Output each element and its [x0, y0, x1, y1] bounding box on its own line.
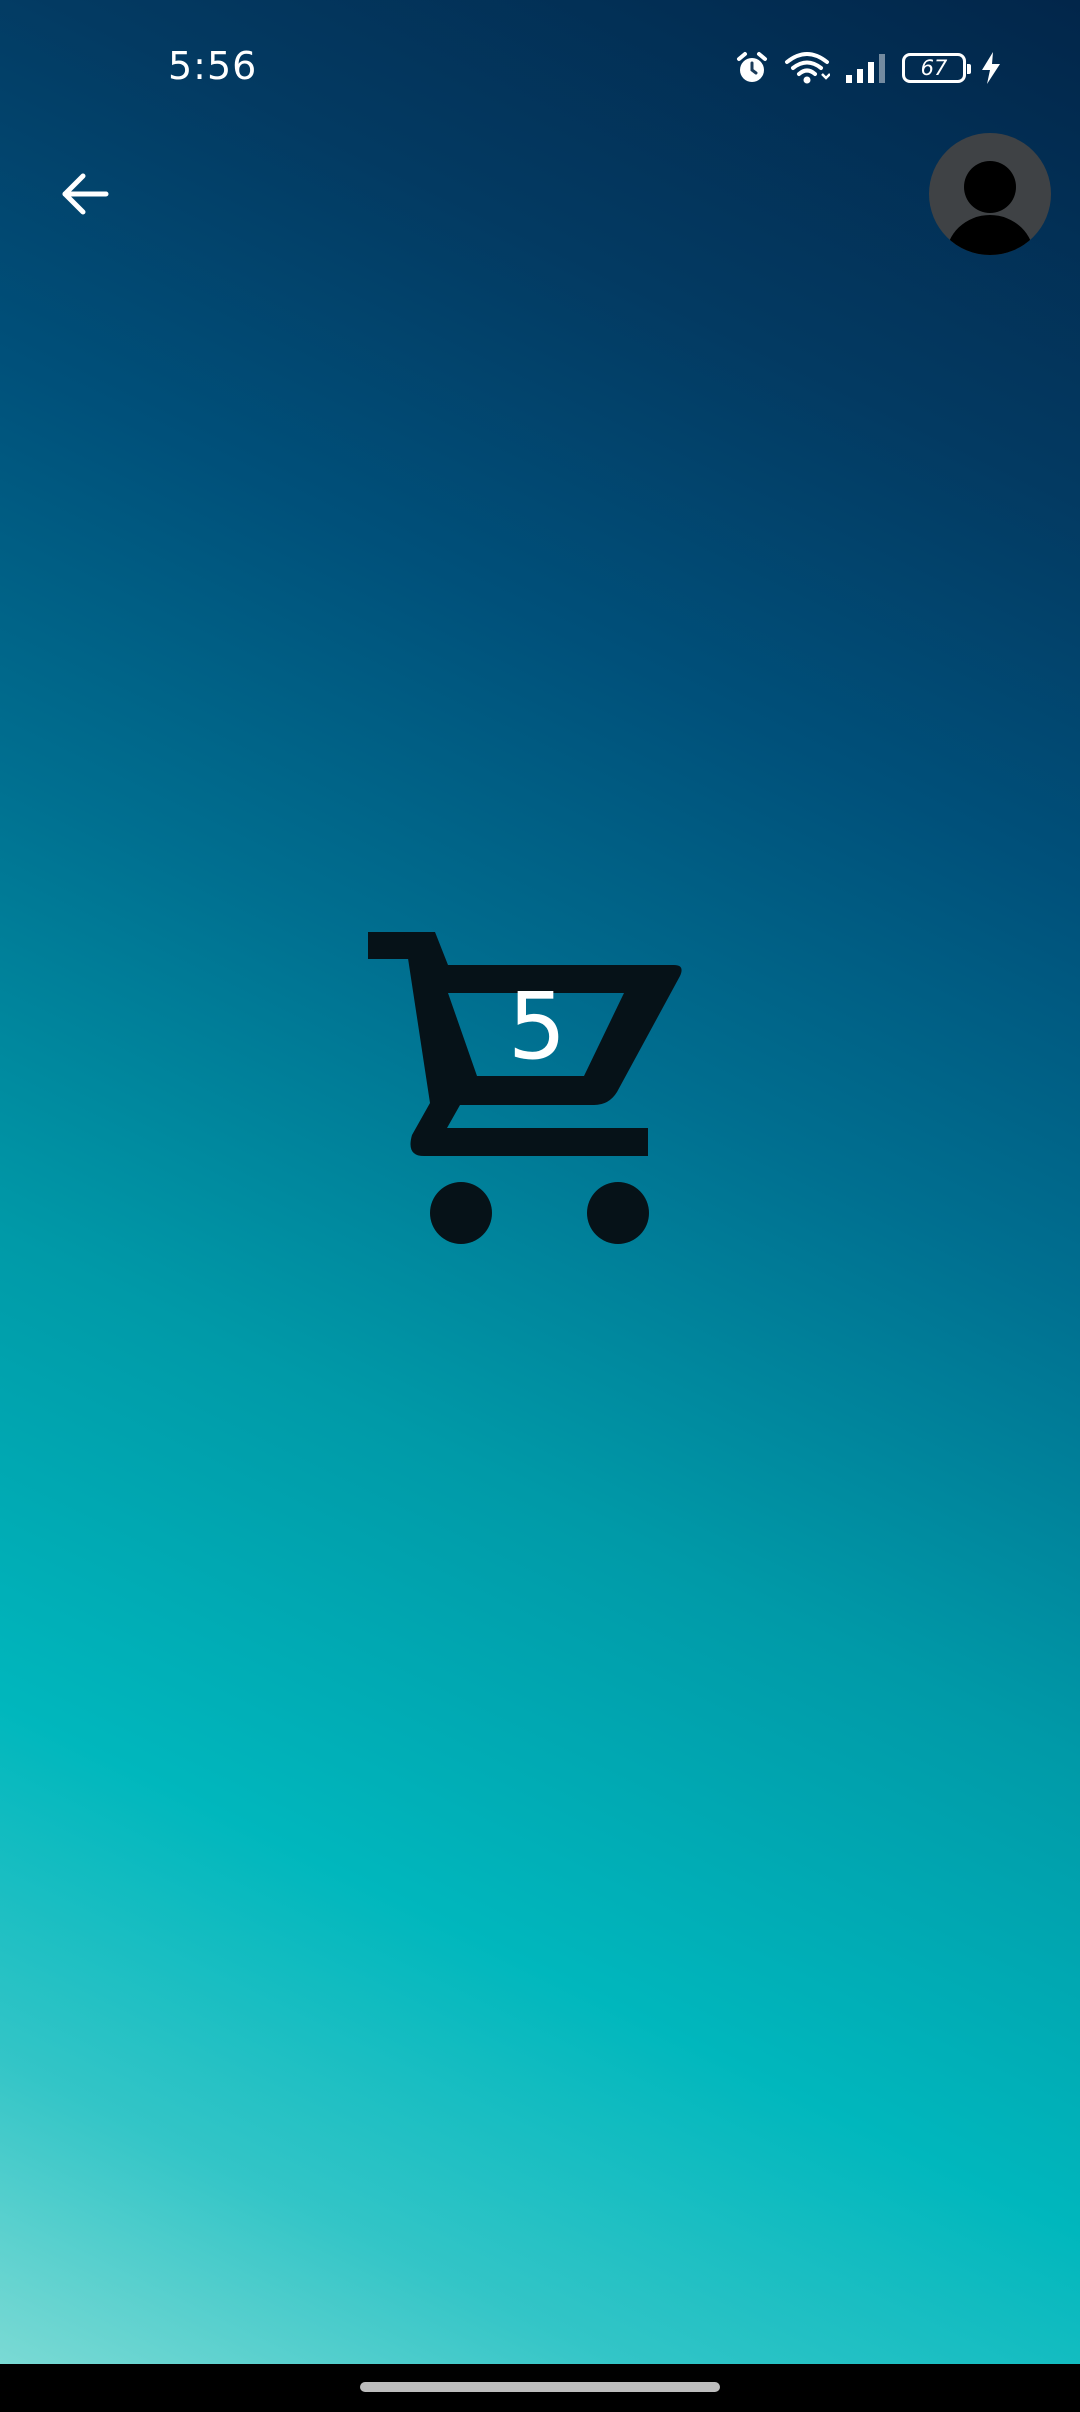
wifi-icon	[784, 50, 830, 86]
navigation-bar	[0, 2364, 1080, 2412]
screen: 5:56 67 5	[0, 0, 1080, 2412]
cart-count-badge: 5	[507, 973, 567, 1080]
battery-icon: 67	[902, 53, 971, 83]
status-time: 5:56	[168, 44, 258, 88]
cart-button[interactable]: 5	[362, 925, 694, 1245]
alarm-icon	[734, 50, 770, 86]
status-bar: 5:56 67	[0, 0, 1080, 140]
charging-icon	[980, 51, 1002, 85]
arrow-left-icon	[62, 173, 109, 215]
home-indicator[interactable]	[360, 2382, 720, 2392]
avatar[interactable]	[929, 133, 1051, 255]
back-button[interactable]	[48, 158, 120, 230]
account-circle-icon	[946, 161, 1034, 255]
status-icons: 67	[734, 46, 1002, 90]
battery-level: 67	[920, 56, 948, 80]
signal-icon	[844, 51, 888, 85]
